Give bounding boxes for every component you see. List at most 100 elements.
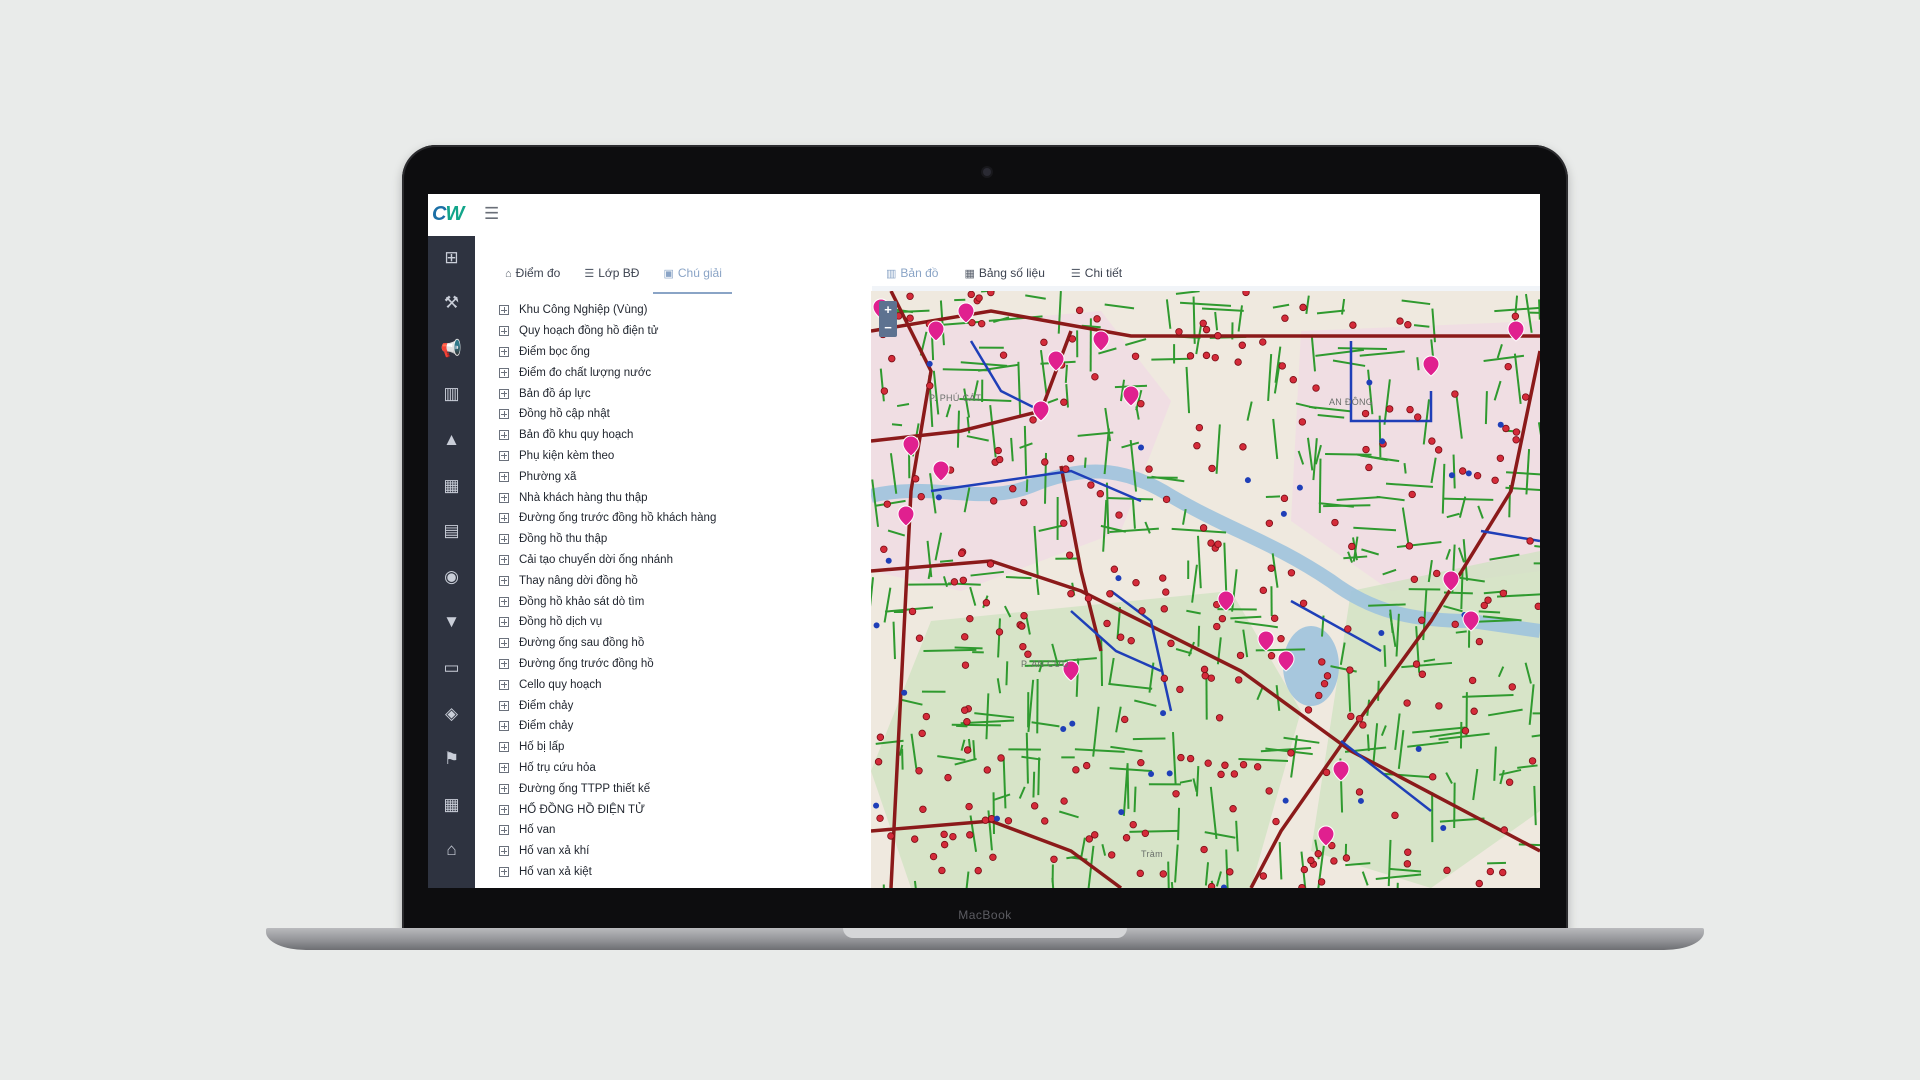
distribution-pipe xyxy=(1025,479,1029,492)
expand-icon[interactable] xyxy=(499,804,509,815)
valve-point xyxy=(959,576,968,584)
warning-icon[interactable]: ▲ xyxy=(438,426,465,453)
distribution-pipe xyxy=(1167,861,1170,888)
layer-item[interactable]: Phường xã xyxy=(499,466,859,487)
valve-point xyxy=(1278,362,1286,370)
layer-item[interactable]: Đường ống TTPP thiết kế xyxy=(499,778,859,799)
hamburger-icon[interactable]: ☰ xyxy=(484,204,499,224)
expand-icon[interactable] xyxy=(499,346,509,357)
layer-item[interactable]: Đồng hồ thu thập xyxy=(499,529,859,550)
expand-icon[interactable] xyxy=(499,471,509,482)
expand-icon[interactable] xyxy=(499,534,509,545)
expand-icon[interactable] xyxy=(499,721,509,732)
expand-icon[interactable] xyxy=(499,783,509,794)
expand-icon[interactable] xyxy=(499,679,509,690)
expand-icon[interactable] xyxy=(499,388,509,399)
layer-item[interactable]: Điểm chảy xyxy=(499,716,859,737)
expand-icon[interactable] xyxy=(499,596,509,607)
layer-item[interactable]: Đồng hồ cập nhật xyxy=(499,404,859,425)
expand-icon[interactable] xyxy=(499,762,509,773)
wrench-icon[interactable]: ⚒ xyxy=(438,290,465,317)
layer-item[interactable]: Đồng hồ dịch vụ xyxy=(499,612,859,633)
expand-icon[interactable] xyxy=(499,409,509,420)
tab-chi-tiết[interactable]: ☰ Chi tiết xyxy=(1061,258,1132,292)
distribution-pipe xyxy=(1255,648,1306,652)
valve-point xyxy=(997,754,1005,762)
expand-icon[interactable] xyxy=(499,305,509,316)
layer-item[interactable]: Hố van xả khí xyxy=(499,841,859,862)
tab-chú-giải[interactable]: ▣ Chú giải xyxy=(653,258,732,294)
layer-item[interactable]: Điểm bọc ống xyxy=(499,342,859,363)
layer-item[interactable]: Bản đồ khu quy hoạch xyxy=(499,425,859,446)
distribution-pipe xyxy=(1316,309,1345,315)
table-icon[interactable]: ▦ xyxy=(438,472,465,499)
bar-chart-icon[interactable]: ▥ xyxy=(438,381,465,408)
layer-label: Thay nâng dời đồng hồ xyxy=(519,574,638,587)
expand-icon[interactable] xyxy=(499,554,509,565)
target-icon[interactable]: ◉ xyxy=(438,563,465,590)
zoom-out-button[interactable]: − xyxy=(879,319,897,337)
map-view[interactable]: + − P. AN CƯU AN ĐÔNG Tràm P. PHÚ CÁT xyxy=(871,291,1540,888)
expand-icon[interactable] xyxy=(499,658,509,669)
cube-icon[interactable]: ◈ xyxy=(438,700,465,727)
sitemap-icon[interactable]: ⊞ xyxy=(438,244,465,271)
layer-item[interactable]: Hố van xả kiệt xyxy=(499,862,859,883)
distribution-pipe xyxy=(1325,453,1372,456)
tab-bảng-số-liệu[interactable]: ▦ Bảng số liệu xyxy=(954,258,1054,292)
document-icon[interactable]: ▤ xyxy=(438,518,465,545)
expand-icon[interactable] xyxy=(499,825,509,836)
valve-point xyxy=(1433,569,1441,578)
layer-item[interactable]: Đường ống trước đồng hồ xyxy=(499,654,859,675)
expand-icon[interactable] xyxy=(499,617,509,628)
layer-item[interactable]: Quy hoạch đồng hồ điện tử xyxy=(499,321,859,342)
hydrant-icon[interactable]: ⚑ xyxy=(438,746,465,773)
valve-point xyxy=(1096,490,1105,498)
layer-item[interactable]: Hố trụ cứu hỏa xyxy=(499,758,859,779)
layer-item[interactable]: HỐ ĐỒNG HỒ ĐIỆN TỬ xyxy=(499,799,859,820)
layer-item[interactable]: Nhà khách hàng thu thập xyxy=(499,487,859,508)
valve-point xyxy=(1365,463,1373,472)
expand-icon[interactable] xyxy=(499,575,509,586)
filter-icon[interactable]: ▼ xyxy=(438,609,465,636)
tab-lớp-bđ[interactable]: ☰ Lớp BĐ xyxy=(574,258,649,292)
folder-icon[interactable]: ▭ xyxy=(438,654,465,681)
expand-icon[interactable] xyxy=(499,700,509,711)
expand-icon[interactable] xyxy=(499,326,509,337)
pipe-node xyxy=(1160,710,1167,717)
layer-label: Phường xã xyxy=(519,470,577,483)
layer-item[interactable]: Hố van xyxy=(499,820,859,841)
tab-bản-đồ[interactable]: ▥ Bản đồ xyxy=(876,258,949,294)
layer-item[interactable]: Hố bị lấp xyxy=(499,737,859,758)
app-logo[interactable]: CW xyxy=(432,203,464,226)
layer-item[interactable]: Đường ống trước đồng hồ khách hàng xyxy=(499,508,859,529)
expand-icon[interactable] xyxy=(499,513,509,524)
expand-icon[interactable] xyxy=(499,450,509,461)
valve-point xyxy=(888,354,896,363)
layer-item[interactable]: Khu Công Nghiệp (Vùng) xyxy=(499,300,859,321)
layer-item[interactable]: Cải tạo chuyển dời ống nhánh xyxy=(499,550,859,571)
megaphone-icon[interactable]: 📢 xyxy=(438,335,465,362)
layer-item[interactable]: Đồng hồ khảo sát dò tìm xyxy=(499,591,859,612)
expand-icon[interactable] xyxy=(499,430,509,441)
layer-item[interactable]: Bản đồ áp lực xyxy=(499,383,859,404)
calendar-icon[interactable]: ▦ xyxy=(438,791,465,818)
expand-icon[interactable] xyxy=(499,866,509,877)
layer-item[interactable]: Đường ống sau đồng hồ xyxy=(499,633,859,654)
distribution-pipe xyxy=(1201,307,1244,312)
expand-icon[interactable] xyxy=(499,638,509,649)
layer-item[interactable]: Phụ kiện kèm theo xyxy=(499,446,859,467)
layer-item[interactable]: Cello quy hoạch xyxy=(499,674,859,695)
layer-item[interactable]: Thay nâng dời đồng hồ xyxy=(499,570,859,591)
expand-icon[interactable] xyxy=(499,742,509,753)
home-icon[interactable]: ⌂ xyxy=(438,837,465,864)
expand-icon[interactable] xyxy=(499,367,509,378)
tab-điểm-đo[interactable]: ⌂ Điểm đo xyxy=(495,258,570,292)
zoom-in-button[interactable]: + xyxy=(879,301,897,319)
distribution-pipe xyxy=(1131,499,1136,529)
laptop-base-notch xyxy=(843,928,1127,938)
expand-icon[interactable] xyxy=(499,492,509,503)
valve-point xyxy=(908,607,917,616)
expand-icon[interactable] xyxy=(499,846,509,857)
layer-item[interactable]: Điểm đo chất lượng nước xyxy=(499,362,859,383)
layer-item[interactable]: Điểm chảy xyxy=(499,695,859,716)
